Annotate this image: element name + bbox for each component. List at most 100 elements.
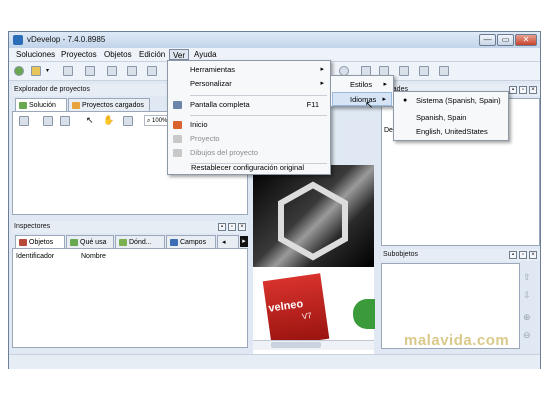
menu-item-proyecto: Proyecto: [169, 132, 329, 146]
menu-objetos[interactable]: Objetos: [101, 49, 135, 60]
tab-proyectos-cargados[interactable]: Proyectos cargados: [68, 98, 150, 111]
toolbar-icon-9[interactable]: [439, 66, 449, 76]
mouse-cursor-icon: ↖: [365, 100, 374, 111]
move-up-icon[interactable]: ⇧: [523, 272, 531, 283]
search-icon: ⌕: [147, 118, 151, 124]
column-identificador[interactable]: Identificador: [16, 253, 54, 260]
objects-icon: [19, 239, 27, 246]
watermark: malavida.com: [404, 332, 510, 349]
properties-pin-icon[interactable]: ▪: [509, 86, 517, 94]
panel-float-icon[interactable]: ▫: [228, 223, 236, 231]
status-bar: [9, 354, 540, 369]
horizontal-scrollbar[interactable]: [253, 340, 374, 350]
dropdown-arrow-icon[interactable]: ▾: [46, 66, 56, 76]
hexagon-graphic: [278, 181, 348, 261]
tab-more[interactable]: ◂: [217, 235, 239, 248]
menu-item-estilos[interactable]: Estilos ▸: [332, 78, 392, 92]
submenu-arrow-icon: ▸: [383, 81, 387, 88]
explorer-panel-title: Explorador de proyectos: [14, 86, 90, 93]
toolbar-icon-1[interactable]: [63, 66, 73, 76]
run-icon[interactable]: [14, 66, 24, 76]
panel-pin-icon[interactable]: ▪: [218, 223, 226, 231]
menu-item-personalizar[interactable]: Personalizar ▸: [169, 77, 329, 91]
menu-item-spanish-spain[interactable]: Spanish, Spain: [395, 111, 507, 125]
hexagon-shape: [278, 181, 348, 261]
tab-que-usa[interactable]: Qué usa: [66, 235, 114, 248]
menu-item-pantalla-completa[interactable]: Pantalla completa F11: [169, 98, 329, 112]
subobjects-close-icon[interactable]: ×: [529, 251, 537, 259]
velneo-logo: velneo V7: [262, 273, 330, 347]
properties-float-icon[interactable]: ▫: [519, 86, 527, 94]
fullscreen-icon: [173, 101, 182, 109]
explorer-tool-icon-3[interactable]: [60, 116, 70, 126]
ver-menu: Herramientas ▸ Personalizar ▸ Pantalla c…: [167, 60, 331, 175]
toolbar-icon-7[interactable]: [399, 66, 409, 76]
subobjects-float-icon[interactable]: ▫: [519, 251, 527, 259]
idiomas-submenu: ● Sistema (Spanish, Spain) Spanish, Spai…: [393, 91, 509, 141]
tab-campos[interactable]: Campos: [166, 235, 216, 248]
project-icon: [72, 102, 80, 109]
menu-item-restablecer[interactable]: Restablecer configuración original: [169, 161, 329, 175]
menu-item-sistema[interactable]: ● Sistema (Spanish, Spain): [395, 94, 507, 108]
remove-icon[interactable]: ⊖: [523, 330, 531, 341]
toolbar-icon-2[interactable]: [85, 66, 95, 76]
home-icon: [173, 121, 182, 129]
personalizar-submenu: Estilos ▸ Idiomas ▸: [330, 75, 394, 107]
move-down-icon[interactable]: ⇩: [523, 290, 531, 301]
tab-donde[interactable]: Dónd...: [115, 235, 165, 248]
toolbar-icon-8[interactable]: [419, 66, 429, 76]
menu-item-dibujos-del-proyecto: Dibujos del proyecto: [169, 146, 329, 160]
column-nombre[interactable]: Nombre: [81, 253, 106, 260]
inspectors-panel-title: Inspectores: [14, 223, 51, 230]
toolbar-icon-4[interactable]: [147, 66, 157, 76]
subobjects-pin-icon[interactable]: ▪: [509, 251, 517, 259]
zoom-value: 100%: [152, 118, 168, 124]
scrollbar-thumb[interactable]: [271, 342, 321, 348]
save-icon[interactable]: [127, 66, 137, 76]
velneo-logo-text: velneo: [267, 298, 304, 315]
solution-icon: [19, 102, 27, 109]
panel-close-icon[interactable]: ×: [238, 223, 246, 231]
velneo-logo-version: V7: [301, 310, 313, 322]
hand-icon[interactable]: ✋: [103, 115, 114, 126]
pointer-icon[interactable]: ↖: [86, 115, 94, 126]
selected-radio-icon: ●: [403, 97, 408, 104]
title-bar[interactable]: vDevelop - 7.4.0.8985 — ▭ ✕: [9, 32, 540, 48]
menu-proyectos[interactable]: Proyectos: [58, 49, 100, 60]
tab-scroll-right-icon[interactable]: ▸: [240, 236, 248, 247]
open-folder-icon[interactable]: [31, 66, 41, 76]
menu-ver[interactable]: Ver: [169, 49, 190, 60]
menu-edicion[interactable]: Edición: [136, 49, 168, 60]
uses-icon: [70, 239, 78, 246]
properties-close-icon[interactable]: ×: [529, 86, 537, 94]
menu-ayuda[interactable]: Ayuda: [191, 49, 220, 60]
maximize-button[interactable]: ▭: [497, 34, 514, 46]
green-sphere: [353, 299, 375, 329]
menu-item-herramientas[interactable]: Herramientas ▸: [169, 63, 329, 77]
explorer-tool-icon-4[interactable]: [123, 116, 133, 126]
minimize-button[interactable]: —: [479, 34, 496, 46]
close-button[interactable]: ✕: [515, 34, 537, 46]
explorer-tool-icon-1[interactable]: [19, 116, 29, 126]
menu-item-idiomas[interactable]: Idiomas ▸: [332, 92, 392, 106]
fields-icon: [170, 239, 178, 246]
inspectors-content[interactable]: Identificador Nombre: [12, 248, 248, 348]
menu-item-inicio[interactable]: Inicio: [169, 118, 329, 132]
submenu-arrow-icon: ▸: [320, 80, 324, 87]
menu-item-spanish-spain-label: Spanish, Spain: [416, 113, 467, 122]
where-icon: [119, 239, 127, 246]
tab-solucion[interactable]: Solución: [15, 98, 67, 111]
explorer-tool-icon-2[interactable]: [43, 116, 53, 126]
shortcut-f11: F11: [306, 100, 319, 109]
tab-campos-label: Campos: [180, 239, 207, 246]
add-icon[interactable]: ⊕: [523, 312, 531, 323]
tab-objetos[interactable]: Objetos: [15, 235, 65, 248]
tab-scroll-left-icon[interactable]: ◂: [222, 239, 226, 246]
tab-donde-label: Dónd...: [129, 239, 152, 246]
toolbar-icon-3[interactable]: [107, 66, 117, 76]
menu-soluciones[interactable]: Soluciones: [13, 49, 58, 60]
menu-item-english-us[interactable]: English, UnitedStates: [395, 125, 507, 139]
menu-item-restablecer-label: Restablecer configuración original: [191, 163, 304, 172]
menu-item-proyecto-label: Proyecto: [190, 134, 220, 143]
submenu-arrow-icon: ▸: [382, 96, 386, 103]
